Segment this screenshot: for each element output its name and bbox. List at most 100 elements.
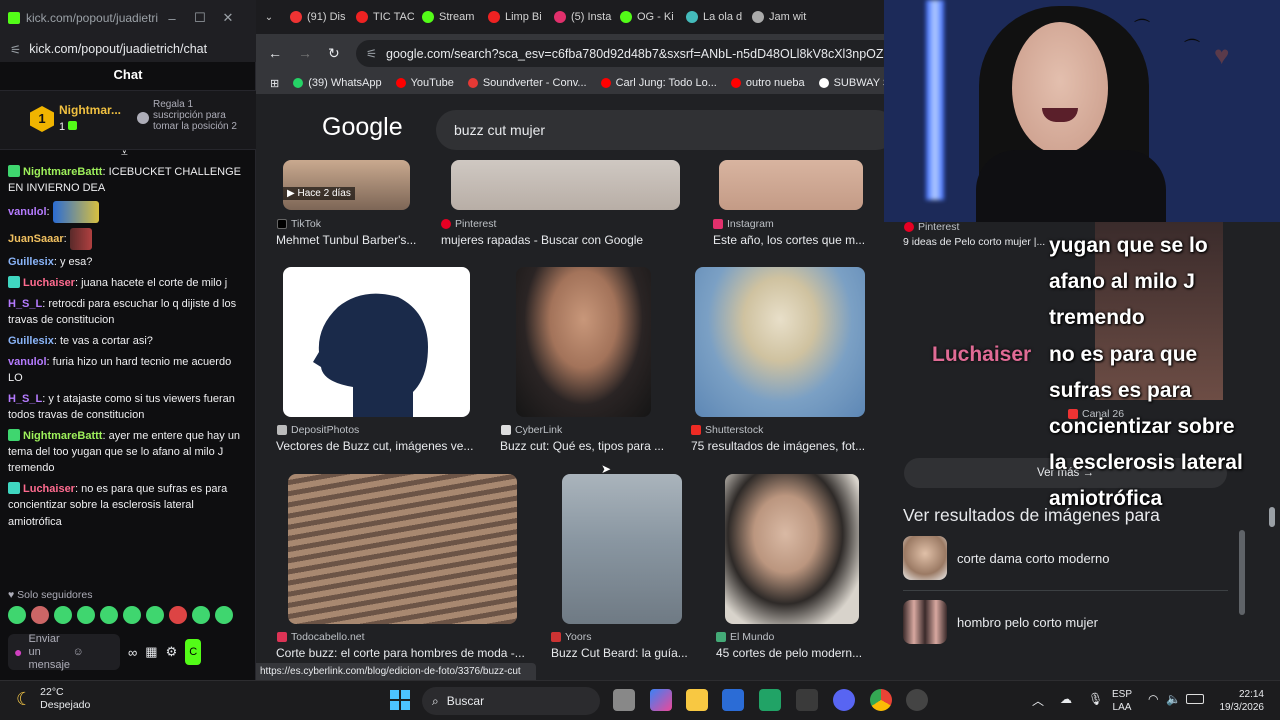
result-source[interactable]: Todocabello.net — [277, 631, 365, 643]
emote-icon[interactable] — [169, 606, 187, 624]
browser-tab[interactable]: (91) Dis — [282, 11, 348, 23]
file-explorer-icon[interactable] — [686, 689, 708, 711]
emote-icon[interactable] — [54, 606, 72, 624]
bookmark-item[interactable]: (39) WhatsApp — [293, 77, 382, 89]
browser-tab[interactable]: TIC TAC — [348, 11, 414, 23]
mic-icon[interactable]: ● — [14, 645, 22, 659]
result-caption[interactable]: Vectores de Buzz cut, imágenes ve... — [276, 439, 486, 453]
browser-tab[interactable]: Stream — [414, 11, 480, 23]
word-icon[interactable] — [722, 689, 744, 711]
task-view-icon[interactable] — [613, 689, 635, 711]
chat-username[interactable]: H_S_L — [8, 298, 42, 310]
excel-icon[interactable] — [759, 689, 781, 711]
emote-icon[interactable] — [100, 606, 118, 624]
result-source[interactable]: TikTok — [277, 218, 321, 230]
minimize-icon[interactable]: – — [158, 11, 186, 26]
browser-tab[interactable]: La ola d — [678, 11, 744, 23]
chat-username[interactable]: vanulol — [8, 356, 47, 368]
clock[interactable]: 22:14 19/3/2026 — [1212, 688, 1265, 714]
result-caption[interactable]: mujeres rapadas - Buscar con Google — [441, 233, 681, 247]
chat-username[interactable]: Guillesix — [8, 256, 54, 268]
forward-icon[interactable]: → — [298, 45, 312, 61]
result-source[interactable]: CyberLink — [501, 424, 562, 436]
emote-icon[interactable] — [192, 606, 210, 624]
right-result-caption[interactable]: 9 ideas de Pelo corto mujer |... — [903, 236, 1053, 248]
chat-username[interactable]: Guillesix — [8, 335, 54, 347]
start-icon[interactable] — [390, 690, 410, 710]
result-image[interactable] — [283, 160, 410, 210]
send-button[interactable]: C — [185, 639, 202, 665]
chat-username[interactable]: Luchaiser — [23, 277, 75, 289]
result-source[interactable]: Yoors — [551, 631, 591, 643]
mic-tray-icon[interactable]: 🎙 — [1088, 692, 1103, 706]
emote-icon[interactable] — [77, 606, 95, 624]
result-caption[interactable]: Buzz cut: Qué es, tipos para ... — [500, 439, 670, 453]
emote-icon[interactable] — [8, 606, 26, 624]
panel-scrollbar[interactable] — [1239, 530, 1245, 615]
bookmark-item[interactable]: Soundverter - Conv... — [467, 77, 587, 89]
discord-icon[interactable] — [833, 689, 855, 711]
chat-username[interactable]: NightmareBattt — [23, 430, 102, 442]
result-caption[interactable]: 75 resultados de imágenes, fot... — [691, 439, 871, 453]
reload-icon[interactable]: ↻ — [328, 45, 340, 62]
related-search-item[interactable]: corte dama corto moderno — [903, 532, 1228, 584]
right-result-source[interactable]: Pinterest — [904, 221, 959, 233]
result-source[interactable]: Pinterest — [441, 218, 496, 230]
google-logo[interactable]: Google — [322, 113, 403, 142]
bookmark-item[interactable]: SUBWAY SU — [818, 77, 884, 89]
language-indicator[interactable]: ESP LAA — [1112, 688, 1132, 714]
result-caption[interactable]: Este año, los cortes que m... — [713, 233, 873, 247]
result-image[interactable] — [516, 267, 651, 417]
close-icon[interactable]: ✕ — [214, 10, 242, 26]
apps-icon[interactable]: ⊞ — [270, 77, 279, 90]
chat-username[interactable]: H_S_L — [8, 393, 42, 405]
result-image[interactable] — [695, 267, 865, 417]
obs-icon[interactable] — [906, 689, 928, 711]
browser-tab[interactable]: Jam wit — [744, 11, 810, 23]
store-app-icon[interactable] — [796, 689, 818, 711]
emoji-icon[interactable]: ☺ — [72, 646, 83, 659]
browser-tab[interactable]: OG - Ki — [612, 11, 678, 23]
result-caption[interactable]: Corte buzz: el corte para hombres de mod… — [276, 646, 531, 660]
settings-icon[interactable]: ⚙ — [166, 644, 178, 660]
emote-icon[interactable] — [31, 606, 49, 624]
site-info-icon[interactable]: ⚟ — [366, 46, 377, 61]
address-bar[interactable]: ⚟ google.com/search?sca_esv=c6fba780d92d… — [356, 40, 896, 67]
bookmark-item[interactable]: outro nueba — [730, 77, 805, 89]
result-image[interactable] — [725, 474, 859, 624]
store-icon[interactable]: ▦ — [145, 644, 157, 660]
bookmark-item[interactable]: YouTube — [395, 77, 454, 89]
kick-url-bar[interactable]: ⚟ kick.com/popout/juadietrich/chat — [0, 36, 256, 62]
emote-icon[interactable] — [146, 606, 164, 624]
tray-chevron-icon[interactable]: ︿ — [1032, 692, 1044, 709]
result-source[interactable]: El Mundo — [716, 631, 774, 643]
result-source[interactable]: DepositPhotos — [277, 424, 359, 436]
result-source[interactable]: Instagram — [713, 218, 774, 230]
result-caption[interactable]: 45 cortes de pelo modern... — [716, 646, 871, 660]
battery-icon[interactable] — [1186, 694, 1204, 704]
copilot-icon[interactable] — [650, 689, 672, 711]
volume-icon[interactable]: 🔈 — [1166, 692, 1181, 706]
result-image[interactable] — [451, 160, 680, 210]
taskbar-search[interactable]: ⌕ Buscar — [422, 687, 600, 715]
result-image[interactable] — [288, 474, 517, 624]
browser-tab[interactable]: Limp Bi — [480, 11, 546, 23]
pinned-leaderboard[interactable]: 1 Nightmar... 1 Regala 1 suscripción par… — [0, 90, 256, 150]
result-source[interactable]: Shutterstock — [691, 424, 763, 436]
result-image[interactable] — [283, 267, 470, 417]
result-caption[interactable]: Buzz Cut Beard: la guía... — [551, 646, 696, 660]
weather-widget[interactable]: ☾ 22°C Despejado — [16, 686, 90, 712]
chat-username[interactable]: Luchaiser — [23, 483, 75, 495]
emote-bar[interactable] — [8, 606, 248, 626]
bookmark-item[interactable]: Carl Jung: Todo Lo... — [600, 77, 717, 89]
maximize-icon[interactable]: ☐ — [186, 10, 214, 26]
site-settings-icon[interactable]: ⚟ — [10, 42, 21, 57]
scroll-down-icon[interactable]: ⩡ — [121, 146, 128, 161]
chat-username[interactable]: NightmareBattt — [23, 166, 102, 178]
emote-icon[interactable] — [215, 606, 233, 624]
result-image[interactable] — [719, 160, 863, 210]
network-icon[interactable]: ☁ — [1060, 692, 1072, 706]
chat-username[interactable]: vanulol — [8, 206, 47, 218]
wifi-icon[interactable]: ◠ — [1148, 692, 1158, 706]
tab-list-icon[interactable]: ⌄ — [256, 12, 282, 23]
